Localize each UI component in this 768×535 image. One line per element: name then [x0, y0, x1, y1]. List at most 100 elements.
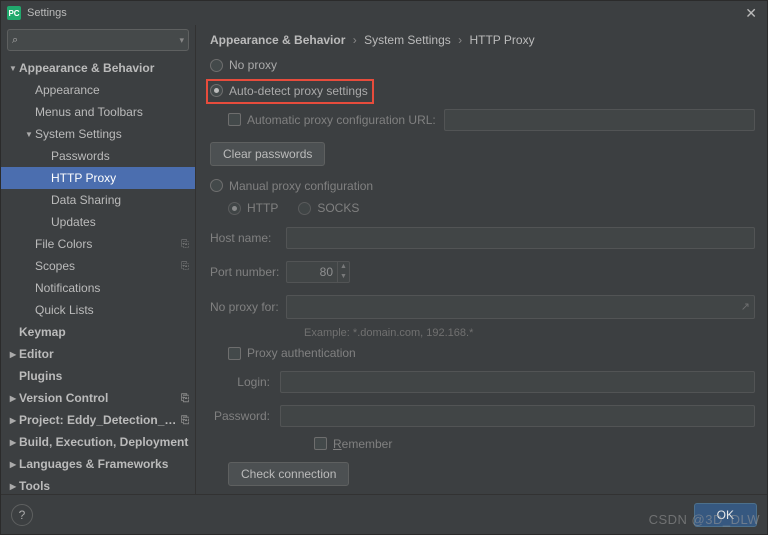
crumb-2: HTTP Proxy — [469, 33, 534, 47]
checkbox-label: Proxy authentication — [247, 346, 356, 360]
sidebar-item-notifications[interactable]: Notifications — [1, 277, 195, 299]
checkbox-auto-url-row: Automatic proxy configuration URL: — [228, 110, 755, 130]
help-button[interactable]: ? — [11, 504, 33, 526]
sidebar-item-system-settings[interactable]: ▼System Settings — [1, 123, 195, 145]
noproxy-label: No proxy for: — [210, 300, 286, 314]
project-icon: ⎘ — [181, 239, 189, 250]
search-icon: ⌕ — [12, 34, 18, 47]
project-icon: ⎘ — [181, 261, 189, 272]
chevron-right-icon[interactable]: ▶ — [7, 482, 19, 491]
ok-button[interactable]: OK — [694, 503, 757, 527]
sidebar-item-passwords[interactable]: Passwords — [1, 145, 195, 167]
close-icon[interactable]: ✕ — [741, 5, 761, 22]
sidebar-item-plugins[interactable]: Plugins — [1, 365, 195, 387]
project-icon: ⎘ — [181, 393, 189, 404]
sidebar-item-label: Appearance & Behavior — [19, 61, 195, 75]
sidebar-item-http-proxy[interactable]: HTTP Proxy — [1, 167, 195, 189]
sidebar-item-menus-and-toolbars[interactable]: Menus and Toolbars — [1, 101, 195, 123]
radio-manual[interactable]: Manual proxy configuration — [210, 178, 755, 195]
sidebar-item-label: Menus and Toolbars — [35, 105, 195, 119]
sidebar-item-label: Notifications — [35, 281, 195, 295]
password-label: Password: — [210, 409, 270, 423]
checkbox-remember — [314, 437, 327, 450]
checkbox-proxy-auth-row[interactable]: Proxy authentication — [228, 345, 755, 362]
login-label: Login: — [210, 375, 270, 389]
chevron-right-icon[interactable]: ▶ — [7, 460, 19, 469]
window-title: Settings — [27, 7, 741, 19]
checkbox-remember-row[interactable]: Remember — [314, 435, 755, 452]
chevron-down-icon[interactable]: ▼ — [23, 130, 35, 139]
radio-auto-detect[interactable]: Auto-detect proxy settings — [210, 81, 368, 101]
radio-no-proxy[interactable]: No proxy — [210, 57, 755, 74]
sidebar-item-label: Data Sharing — [51, 193, 195, 207]
login-input — [280, 371, 755, 393]
radio-label: No proxy — [229, 58, 277, 72]
checkbox-label: Remember — [333, 437, 392, 451]
sidebar-item-label: Passwords — [51, 149, 195, 163]
sidebar-item-label: Tools — [19, 479, 195, 493]
noproxy-input: ↗ — [286, 295, 755, 319]
example-text: Example: *.domain.com, 192.168.* — [304, 327, 755, 339]
password-input — [280, 405, 755, 427]
sidebar-item-keymap[interactable]: Keymap — [1, 321, 195, 343]
crumb-0[interactable]: Appearance & Behavior — [210, 33, 345, 47]
sidebar-item-label: Scopes — [35, 259, 181, 273]
chevron-right-icon[interactable]: ▶ — [7, 350, 19, 359]
host-label: Host name: — [210, 231, 286, 245]
sidebar-item-label: Editor — [19, 347, 195, 361]
sidebar-item-appearance-behavior[interactable]: ▼Appearance & Behavior — [1, 57, 195, 79]
radio-label: Auto-detect proxy settings — [229, 84, 368, 98]
sidebar-item-updates[interactable]: Updates — [1, 211, 195, 233]
stepper-up-icon[interactable]: ▲ — [338, 262, 349, 272]
radio-http[interactable] — [228, 202, 241, 215]
port-stepper: ▲▼ — [286, 261, 350, 283]
check-connection-button[interactable]: Check connection — [228, 462, 349, 486]
sidebar-item-appearance[interactable]: Appearance — [1, 79, 195, 101]
sidebar-item-label: Project: Eddy_Detection_Tracki... — [19, 413, 181, 427]
checkbox-label: Automatic proxy configuration URL: — [247, 113, 436, 127]
sidebar-item-languages-frameworks[interactable]: ▶Languages & Frameworks — [1, 453, 195, 475]
sidebar-item-scopes[interactable]: Scopes⎘ — [1, 255, 195, 277]
sidebar-item-project-eddy-detection-tracki[interactable]: ▶Project: Eddy_Detection_Tracki...⎘ — [1, 409, 195, 431]
sidebar-item-quick-lists[interactable]: Quick Lists — [1, 299, 195, 321]
auto-url-input — [444, 109, 755, 131]
radio-icon — [210, 59, 223, 72]
sidebar-item-label: Appearance — [35, 83, 195, 97]
sidebar-item-label: Languages & Frameworks — [19, 457, 195, 471]
clear-passwords-button[interactable]: Clear passwords — [210, 142, 325, 166]
chevron-down-icon[interactable]: ▾ — [179, 35, 184, 46]
sidebar-item-label: Updates — [51, 215, 195, 229]
breadcrumb: Appearance & Behavior › System Settings … — [210, 33, 755, 47]
sidebar-item-version-control[interactable]: ▶Version Control⎘ — [1, 387, 195, 409]
sidebar-item-file-colors[interactable]: File Colors⎘ — [1, 233, 195, 255]
sidebar-item-tools[interactable]: ▶Tools — [1, 475, 195, 494]
crumb-1[interactable]: System Settings — [364, 33, 451, 47]
highlight-box: Auto-detect proxy settings — [206, 79, 374, 104]
port-input — [287, 265, 337, 279]
chevron-right-icon[interactable]: ▶ — [7, 394, 19, 403]
chevron-down-icon[interactable]: ▼ — [7, 64, 19, 73]
radio-socks[interactable] — [298, 202, 311, 215]
sidebar-item-editor[interactable]: ▶Editor — [1, 343, 195, 365]
checkbox-proxy-auth — [228, 347, 241, 360]
sidebar-item-data-sharing[interactable]: Data Sharing — [1, 189, 195, 211]
sidebar-item-label: Plugins — [19, 369, 195, 383]
content-pane: Appearance & Behavior › System Settings … — [196, 25, 767, 494]
sidebar-item-label: Quick Lists — [35, 303, 195, 317]
radio-icon — [210, 84, 223, 97]
sidebar-item-label: System Settings — [35, 127, 195, 141]
port-label: Port number: — [210, 265, 286, 279]
radio-socks-label: SOCKS — [317, 201, 359, 215]
chevron-right-icon[interactable]: ▶ — [7, 438, 19, 447]
search-input[interactable] — [20, 34, 179, 46]
radio-icon — [210, 179, 223, 192]
expand-icon[interactable]: ↗ — [741, 300, 750, 313]
settings-tree: ▼Appearance & BehaviorAppearanceMenus an… — [1, 55, 195, 494]
search-box[interactable]: ⌕ ▾ — [7, 29, 189, 51]
chevron-right-icon[interactable]: ▶ — [7, 416, 19, 425]
sidebar-item-build-execution-deployment[interactable]: ▶Build, Execution, Deployment — [1, 431, 195, 453]
stepper-down-icon[interactable]: ▼ — [338, 272, 349, 282]
radio-http-label: HTTP — [247, 201, 278, 215]
app-icon: PC — [7, 6, 21, 20]
checkbox-auto-url[interactable] — [228, 113, 241, 126]
